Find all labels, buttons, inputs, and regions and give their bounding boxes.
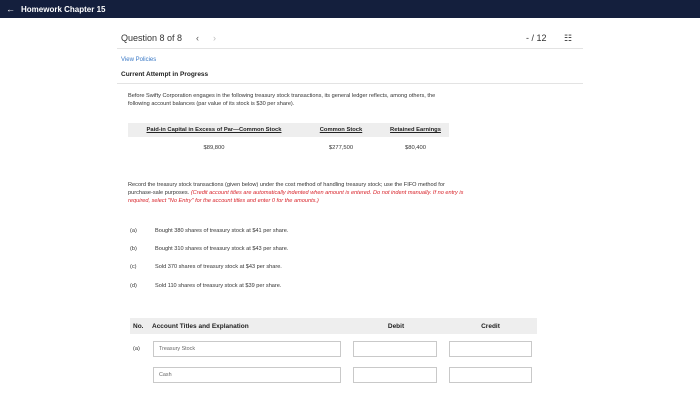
arrow-left-icon[interactable]: ← <box>6 4 15 14</box>
transaction-item: (a) Bought 380 shares of treasury stock a… <box>130 228 289 234</box>
top-bar: ← Homework Chapter 15 <box>0 0 700 18</box>
credit-input-2[interactable] <box>449 367 532 383</box>
divider <box>117 48 583 49</box>
previous-question-button[interactable]: ‹ <box>196 33 199 43</box>
column-header-paid-in-capital: Paid-in Capital in Excess of Par—Common … <box>146 127 282 133</box>
question-navigation: Question 8 of 8 ‹ › <box>121 33 216 43</box>
instructions: Record the treasury stock transactions (… <box>128 182 464 204</box>
debit-input-2[interactable] <box>353 367 437 383</box>
divider <box>117 83 583 84</box>
column-header-retained-earnings: Retained Earnings <box>390 127 441 133</box>
credit-input-1[interactable] <box>449 341 532 357</box>
transaction-item: (c) Sold 370 shares of treasury stock at … <box>130 264 282 270</box>
question-counter: Question 8 of 8 <box>121 33 183 43</box>
balances-table: Paid-in Capital in Excess of Par—Common … <box>128 123 449 159</box>
transaction-item: (d) Sold 110 shares of treasury stock at … <box>130 283 282 289</box>
balances-header-row: Paid-in Capital in Excess of Par—Common … <box>128 123 449 137</box>
column-header-credit: Credit <box>481 322 500 330</box>
view-policies-link[interactable]: View Policies <box>121 57 156 63</box>
list-icon[interactable]: ☷ <box>564 33 572 44</box>
attempt-status: Current Attempt in Progress <box>121 71 209 78</box>
balances-value-row: $89,800 $277,500 $80,400 <box>128 137 449 159</box>
problem-intro: Before Swifty Corporation engages in the… <box>128 93 436 107</box>
column-header-common-stock: Common Stock <box>319 127 363 133</box>
account-title-input-1[interactable] <box>153 341 341 357</box>
paid-in-capital-value: $89,800 <box>203 145 225 151</box>
column-header-no: No. <box>133 322 144 330</box>
next-question-button[interactable]: › <box>213 33 216 43</box>
entry-row-label: (a) <box>133 346 140 352</box>
common-stock-value: $277,500 <box>328 145 354 151</box>
retained-earnings-value: $80,400 <box>405 145 426 151</box>
required-note: required, select "No Entry" for the acco… <box>128 198 319 204</box>
debit-input-1[interactable] <box>353 341 437 357</box>
transaction-item: (b) Bought 310 shares of treasury stock a… <box>130 246 289 252</box>
journal-entry-header: No. Account Titles and Explanation Debit… <box>130 318 537 334</box>
assignment-title: Homework Chapter 15 <box>21 4 106 14</box>
required-note: (Credit account titles are automatically… <box>190 190 464 196</box>
column-header-debit: Debit <box>387 322 405 330</box>
account-title-input-2[interactable] <box>153 367 341 383</box>
score-display: - / 12 <box>526 33 547 43</box>
column-header-account: Account Titles and Explanation <box>152 322 249 330</box>
